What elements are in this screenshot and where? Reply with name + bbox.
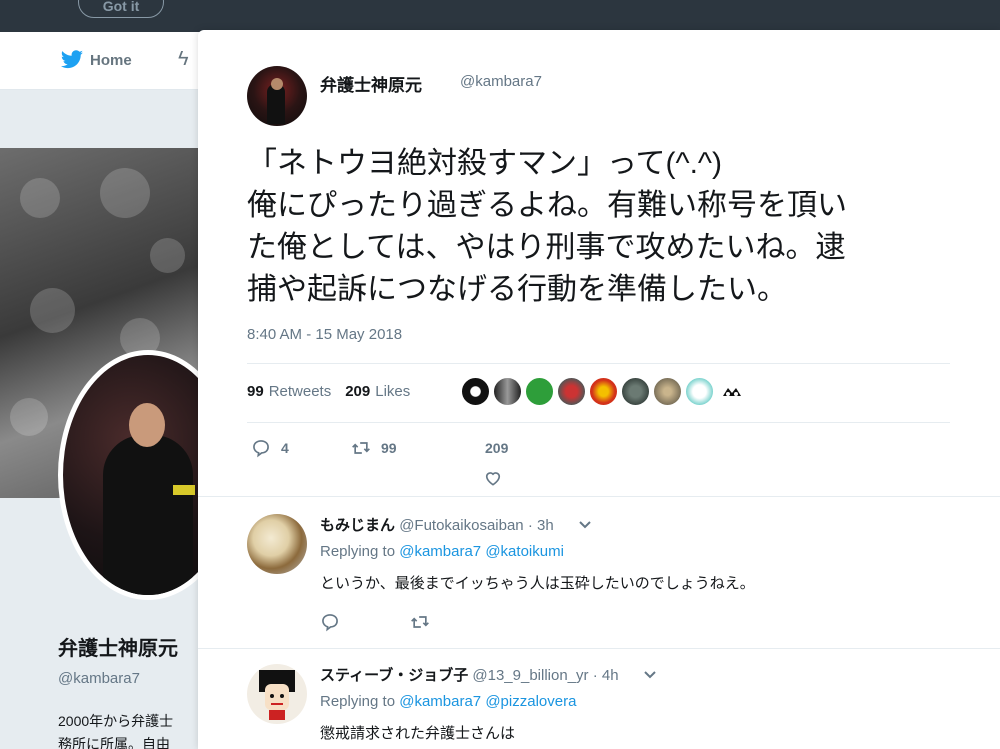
- replying-to-prefix: Replying to: [320, 693, 396, 710]
- author-name[interactable]: 弁護士神原元: [320, 71, 422, 96]
- retweet-icon: [352, 442, 370, 454]
- chevron-down-icon[interactable]: [578, 519, 592, 533]
- mention-link[interactable]: @katoikumi: [485, 543, 564, 560]
- reply-text: というか、最後までイッちゃう人は玉砕したいのでしょうねえ。: [320, 575, 755, 592]
- profile-bio-line: 2000年から弁護士: [58, 713, 174, 729]
- mention-link[interactable]: @kambara7: [399, 543, 481, 560]
- tweet-permalink-modal: 弁護士神原元 @kambara7 「ネトウヨ絶対殺すマン」って(^.^) 俺にぴ…: [198, 30, 1000, 749]
- liker-avatar[interactable]: [717, 377, 746, 406]
- retweet-icon[interactable]: [410, 612, 430, 632]
- retweet-count: 99: [381, 440, 397, 456]
- liker-avatar[interactable]: [493, 377, 522, 406]
- cartoon-face-icon: [259, 670, 295, 720]
- heart-icon: [485, 472, 501, 486]
- retweets-count: 99: [247, 382, 264, 400]
- mention-link[interactable]: @pizzalovera: [485, 693, 576, 710]
- tweet-text-line: た俺としては、やはり刑事で攻めたいね。逮: [247, 231, 846, 264]
- tweet-text: 「ネトウヨ絶対殺すマン」って(^.^) 俺にぴったり過ぎるよね。有難い称号を頂い…: [247, 143, 957, 311]
- reply-avatar[interactable]: [247, 664, 307, 724]
- likes-label: Likes: [375, 382, 411, 400]
- replying-to-prefix: Replying to: [320, 543, 396, 560]
- divider: [198, 496, 1000, 497]
- tweet-text-line: 俺にぴったり過ぎるよね。有難い称号を頂い: [247, 189, 847, 222]
- liker-avatar[interactable]: [557, 377, 586, 406]
- author-handle[interactable]: @kambara7: [460, 73, 542, 90]
- reply-action[interactable]: 4: [251, 438, 289, 458]
- reply-author-name[interactable]: スティーブ・ジョブ子: [320, 667, 468, 684]
- tweet-stats: 99 Retweets 209 Likes: [247, 373, 410, 409]
- author-avatar[interactable]: [247, 66, 307, 126]
- reply-author-handle[interactable]: @Futokaikosaiban: [399, 517, 523, 534]
- top-notification-bar: Got it: [0, 0, 1000, 32]
- divider: [247, 422, 950, 423]
- reply-header: スティーブ・ジョブ子 @13_9_billion_yr · 4h: [320, 664, 657, 685]
- profile-bio-line: 務所に所属。自由: [58, 736, 170, 749]
- tweet-text-line: 「ネトウヨ絶対殺すマン」って(^.^): [247, 147, 722, 180]
- divider: [247, 363, 950, 364]
- reply-avatar[interactable]: [247, 514, 307, 574]
- reply-icon: [253, 440, 269, 458]
- reply-author-handle[interactable]: @13_9_billion_yr: [472, 667, 588, 684]
- liker-avatar[interactable]: [621, 377, 650, 406]
- reply-tweet[interactable]: スティーブ・ジョブ子 @13_9_billion_yr · 4h Replyin…: [247, 664, 950, 749]
- retweets-label: Retweets: [268, 382, 332, 400]
- tweet-actions: 4 99 209: [247, 438, 547, 486]
- like-count-wrap: 209: [485, 440, 508, 456]
- liker-logo-icon: [722, 387, 741, 396]
- moments-bolt-icon[interactable]: ϟ: [178, 48, 189, 71]
- nav-home-label: Home: [90, 51, 132, 69]
- nav-home[interactable]: Home: [60, 50, 132, 70]
- liker-avatar[interactable]: [685, 377, 714, 406]
- reply-count: 4: [281, 440, 289, 456]
- liker-avatar[interactable]: [525, 377, 554, 406]
- profile-handle: @kambara7: [58, 670, 140, 687]
- like-action[interactable]: [483, 468, 503, 488]
- reply-time[interactable]: · 4h: [593, 667, 619, 684]
- likes-stat[interactable]: 209 Likes: [345, 383, 410, 400]
- retweets-stat[interactable]: 99 Retweets: [247, 383, 331, 400]
- reply-author-name[interactable]: もみじまん: [320, 517, 395, 534]
- got-it-button[interactable]: Got it: [78, 0, 164, 18]
- chevron-down-icon[interactable]: [643, 669, 657, 683]
- tweet-text-line: 捕や起訴につなげる行動を準備したい。: [247, 273, 787, 306]
- mention-link[interactable]: @kambara7: [399, 693, 481, 710]
- reply-tweet[interactable]: もみじまん @Futokaikosaiban · 3h Replying to …: [247, 514, 950, 654]
- reply-icon[interactable]: [320, 612, 340, 632]
- likes-count: 209: [345, 382, 371, 400]
- profile-name: 弁護士神原元: [58, 638, 178, 660]
- like-count: 209: [485, 440, 509, 456]
- tweet-timestamp[interactable]: 8:40 AM - 15 May 2018: [247, 326, 402, 343]
- twitter-bird-icon: [61, 50, 83, 69]
- liker-avatar[interactable]: [653, 377, 682, 406]
- reply-text: 懲戒請求された弁護士さんは: [320, 725, 516, 742]
- reply-actions: [320, 612, 430, 632]
- likers-avatars: [461, 377, 746, 406]
- replying-to: Replying to @kambara7 @pizzalovera: [320, 693, 576, 710]
- divider: [198, 648, 1000, 649]
- reply-header: もみじまん @Futokaikosaiban · 3h: [320, 514, 592, 535]
- profile-bio: 2000年から弁護士 務所に所属。自由: [58, 710, 198, 749]
- liker-avatar[interactable]: [461, 377, 490, 406]
- retweet-action[interactable]: 99: [351, 438, 397, 458]
- liker-avatar[interactable]: [589, 377, 618, 406]
- reply-time[interactable]: · 3h: [528, 517, 554, 534]
- replying-to: Replying to @kambara7 @katoikumi: [320, 543, 564, 560]
